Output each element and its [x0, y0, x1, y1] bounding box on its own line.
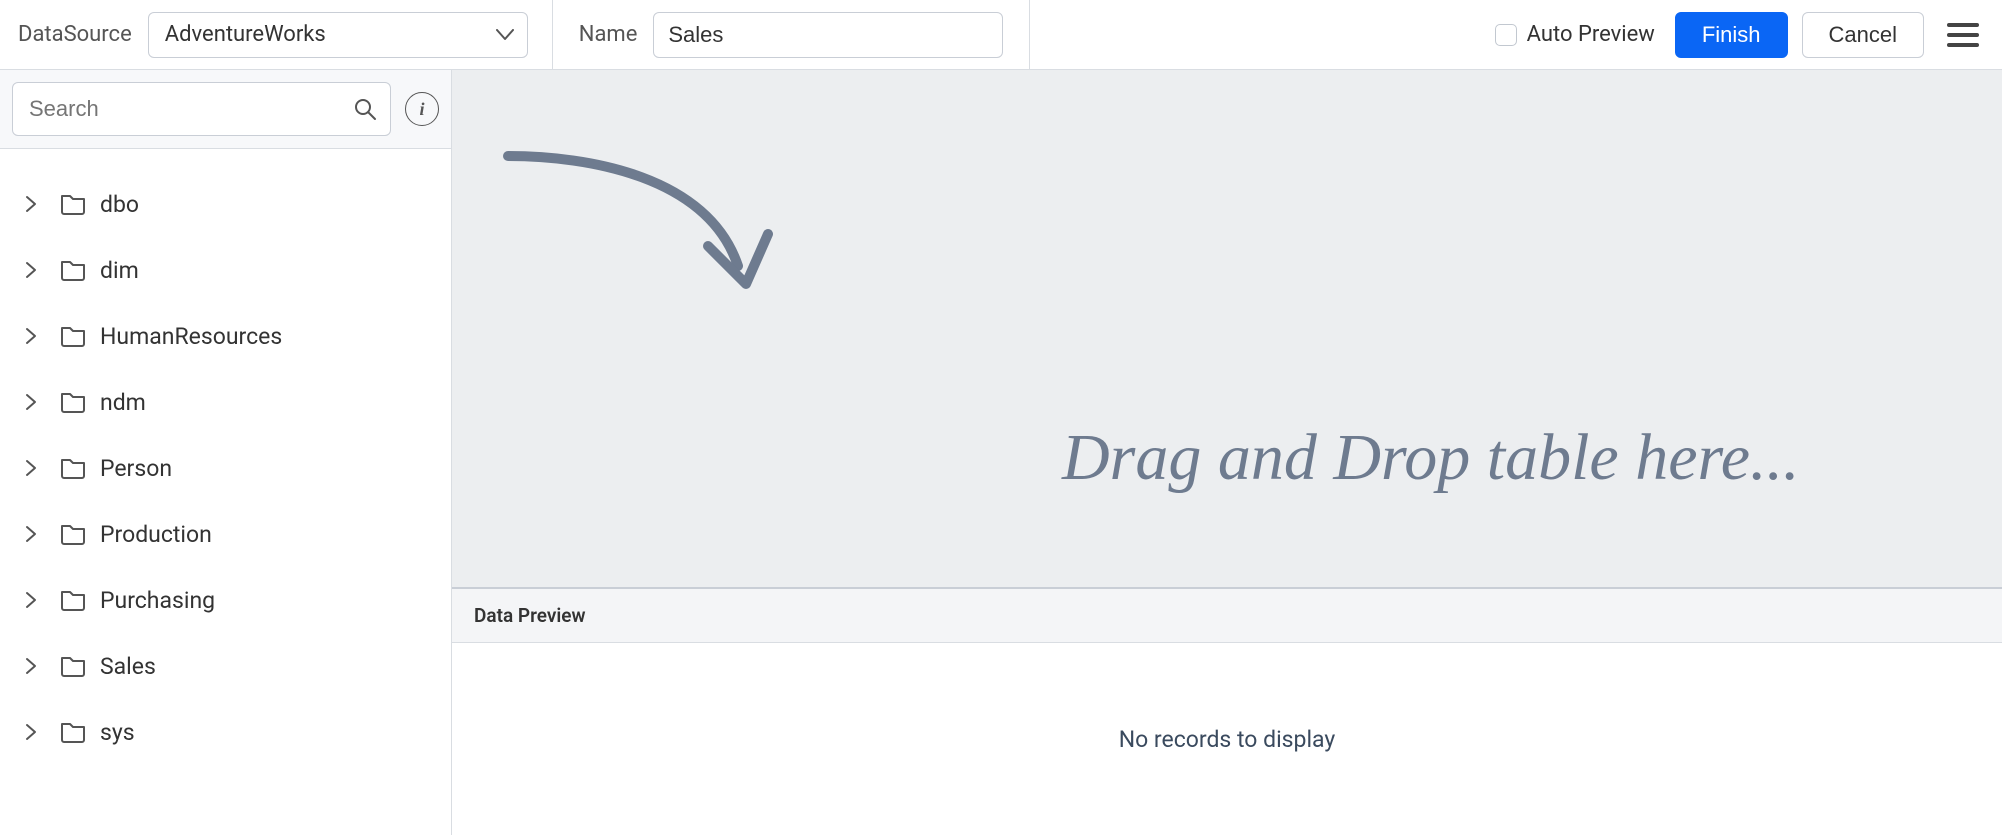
hamburger-icon — [1947, 22, 1979, 48]
tree-item[interactable]: Person — [0, 435, 451, 501]
tree-item-label: Sales — [100, 653, 156, 680]
tree-item[interactable]: Sales — [0, 633, 451, 699]
tree-item[interactable]: dbo — [0, 171, 451, 237]
name-input[interactable] — [653, 12, 1003, 58]
finish-button[interactable]: Finish — [1675, 12, 1788, 58]
folder-icon — [60, 325, 86, 347]
tree-item-label: dim — [100, 257, 139, 284]
data-preview-header: Data Preview — [452, 589, 2002, 643]
checkbox-icon — [1495, 24, 1517, 46]
tree-item-label: dbo — [100, 191, 139, 218]
chevron-right-icon — [20, 195, 42, 213]
auto-preview-checkbox[interactable]: Auto Preview — [1495, 22, 1655, 47]
tree-item[interactable]: Purchasing — [0, 567, 451, 633]
chevron-right-icon — [20, 393, 42, 411]
info-button[interactable]: i — [405, 92, 439, 126]
tree-item-label: Production — [100, 521, 212, 548]
folder-icon — [60, 655, 86, 677]
folder-icon — [60, 259, 86, 281]
tree-item[interactable]: HumanResources — [0, 303, 451, 369]
tree-item-label: ndm — [100, 389, 146, 416]
chevron-right-icon — [20, 459, 42, 477]
folder-icon — [60, 391, 86, 413]
chevron-right-icon — [20, 723, 42, 741]
chevron-right-icon — [20, 327, 42, 345]
search-input[interactable] — [12, 82, 391, 136]
data-preview-body: No records to display — [452, 643, 2002, 835]
tree-item[interactable]: sys — [0, 699, 451, 765]
menu-button[interactable] — [1942, 14, 1984, 56]
folder-icon — [60, 193, 86, 215]
cancel-button[interactable]: Cancel — [1802, 12, 1924, 58]
tree-item-label: sys — [100, 719, 135, 746]
tree-item[interactable]: ndm — [0, 369, 451, 435]
datasource-label: DataSource — [18, 22, 132, 47]
drop-canvas[interactable]: Drag and Drop table here... — [452, 70, 2002, 589]
tree-item[interactable]: dim — [0, 237, 451, 303]
name-label: Name — [579, 22, 638, 47]
folder-icon — [60, 721, 86, 743]
folder-icon — [60, 589, 86, 611]
drop-arrow-icon — [498, 136, 798, 316]
topbar: DataSource AdventureWorks Name Auto Prev… — [0, 0, 2002, 70]
drop-hint-text: Drag and Drop table here... — [1062, 420, 1800, 496]
folder-icon — [60, 457, 86, 479]
auto-preview-label: Auto Preview — [1527, 22, 1655, 47]
folder-icon — [60, 523, 86, 545]
chevron-right-icon — [20, 591, 42, 609]
sidebar: i dbo dim HumanResources ndm Person Productio… — [0, 70, 452, 835]
schema-tree: dbo dim HumanResources ndm Person Production P… — [0, 149, 451, 835]
tree-item-label: Purchasing — [100, 587, 215, 614]
chevron-right-icon — [20, 525, 42, 543]
tree-item[interactable]: Production — [0, 501, 451, 567]
datasource-value: AdventureWorks — [165, 22, 326, 47]
datasource-select[interactable]: AdventureWorks — [148, 12, 528, 58]
tree-item-label: Person — [100, 455, 172, 482]
chevron-right-icon — [20, 657, 42, 675]
tree-item-label: HumanResources — [100, 323, 282, 350]
chevron-right-icon — [20, 261, 42, 279]
preview-empty-text: No records to display — [1119, 726, 1336, 753]
